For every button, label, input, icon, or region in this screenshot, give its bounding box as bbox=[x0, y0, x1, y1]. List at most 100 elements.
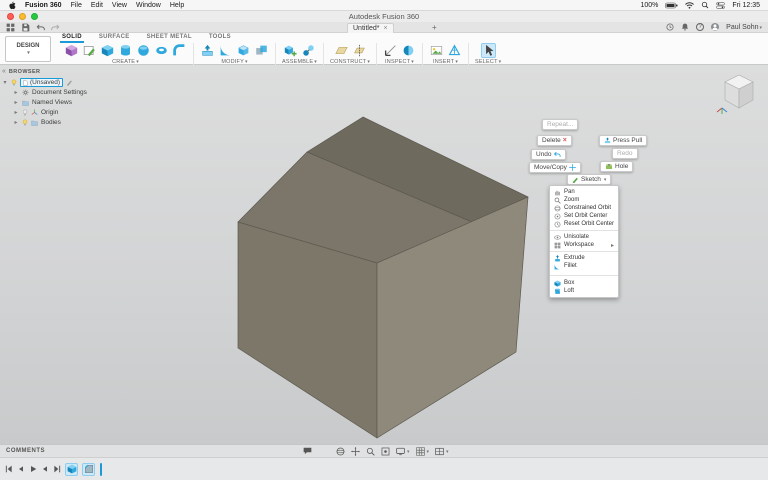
battery-icon[interactable] bbox=[665, 2, 678, 9]
step-forward-button[interactable] bbox=[40, 464, 49, 475]
create-form-icon[interactable] bbox=[64, 43, 79, 58]
menubar-item-edit[interactable]: Edit bbox=[91, 2, 103, 9]
menu-item-unisolate[interactable]: Unisolate bbox=[550, 233, 618, 241]
menu-item-constrained-orbit[interactable]: Constrained Orbit bbox=[550, 204, 618, 212]
timeline-position-marker[interactable] bbox=[100, 463, 102, 476]
spotlight-search-icon[interactable] bbox=[701, 1, 709, 9]
expand-caret-icon[interactable] bbox=[13, 99, 19, 106]
section-analysis-icon[interactable] bbox=[401, 43, 416, 58]
expand-caret-icon[interactable] bbox=[2, 79, 8, 86]
menu-item-pan[interactable]: Pan bbox=[550, 188, 618, 196]
construction-axis-icon[interactable] bbox=[352, 43, 367, 58]
browser-item-origin[interactable]: Origin bbox=[13, 108, 134, 117]
user-name[interactable]: Paul Sohn bbox=[726, 24, 762, 31]
skip-to-start-button[interactable] bbox=[4, 464, 13, 475]
chamfer-feature-icon[interactable] bbox=[82, 463, 95, 476]
window-close-button[interactable] bbox=[7, 13, 14, 20]
group-label-insert[interactable]: INSERT bbox=[433, 59, 458, 65]
group-label-construct[interactable]: CONSTRUCT bbox=[330, 59, 370, 65]
group-label-modify[interactable]: MODIFY bbox=[221, 59, 247, 65]
data-panel-toggle-icon[interactable] bbox=[6, 23, 15, 32]
play-button[interactable] bbox=[28, 464, 37, 475]
pan-icon[interactable] bbox=[351, 447, 360, 456]
move-copy-button[interactable]: Move/Copy bbox=[529, 162, 581, 173]
joint-icon[interactable] bbox=[301, 43, 316, 58]
layout-grid-icon[interactable] bbox=[416, 447, 430, 456]
press-pull-icon[interactable] bbox=[200, 43, 215, 58]
group-label-inspect[interactable]: INSPECT bbox=[385, 59, 414, 65]
browser-collapse-icon[interactable] bbox=[2, 68, 6, 75]
torus-icon[interactable] bbox=[154, 43, 169, 58]
tab-tools[interactable]: TOOLS bbox=[207, 34, 233, 43]
box-icon[interactable] bbox=[100, 43, 115, 58]
redo-icon[interactable] bbox=[51, 23, 60, 32]
menu-item-workspace[interactable]: Workspace ▸ bbox=[550, 241, 618, 249]
menu-item-extrude[interactable]: Extrude bbox=[550, 254, 618, 262]
new-tab-button[interactable]: + bbox=[432, 23, 437, 32]
cylinder-icon[interactable] bbox=[118, 43, 133, 58]
menubar-app-name[interactable]: Fusion 360 bbox=[25, 2, 62, 9]
edit-pencil-icon[interactable] bbox=[66, 80, 72, 86]
menubar-item-file[interactable]: File bbox=[71, 2, 82, 9]
menu-item-reset-orbit-center[interactable]: Reset Orbit Center bbox=[550, 220, 618, 228]
fit-icon[interactable] bbox=[381, 447, 390, 456]
menu-item-set-orbit-center[interactable]: Set Orbit Center bbox=[550, 212, 618, 220]
help-icon[interactable]: ? bbox=[696, 23, 704, 31]
browser-root-item[interactable]: (Unsaved) bbox=[20, 78, 63, 87]
menu-item-loft[interactable]: Loft bbox=[550, 287, 618, 295]
measure-icon[interactable] bbox=[383, 43, 398, 58]
apple-menu-icon[interactable] bbox=[8, 1, 16, 10]
insert-mesh-icon[interactable] bbox=[447, 43, 462, 58]
visibility-bulb-icon[interactable] bbox=[22, 109, 28, 117]
sphere-icon[interactable] bbox=[136, 43, 151, 58]
fillet-icon[interactable] bbox=[218, 43, 233, 58]
wifi-icon[interactable] bbox=[685, 2, 694, 9]
notification-bell-icon[interactable] bbox=[681, 23, 689, 31]
press-pull-button[interactable]: Press Pull bbox=[599, 135, 647, 146]
create-sketch-icon[interactable] bbox=[82, 43, 97, 58]
group-label-select[interactable]: SELECT bbox=[475, 59, 501, 65]
window-zoom-button[interactable] bbox=[31, 13, 38, 20]
menubar-item-window[interactable]: Window bbox=[136, 2, 161, 9]
expand-caret-icon[interactable] bbox=[13, 89, 19, 96]
tab-solid[interactable]: SOLID bbox=[60, 34, 84, 43]
pipe-icon[interactable] bbox=[172, 43, 187, 58]
shell-icon[interactable] bbox=[236, 43, 251, 58]
decal-icon[interactable] bbox=[429, 43, 444, 58]
construction-plane-icon[interactable] bbox=[334, 43, 349, 58]
window-minimize-button[interactable] bbox=[19, 13, 26, 20]
group-label-assemble[interactable]: ASSEMBLE bbox=[282, 59, 317, 65]
visibility-bulb-icon[interactable] bbox=[11, 79, 17, 87]
browser-root-row[interactable]: (Unsaved) bbox=[2, 78, 134, 87]
menubar-clock[interactable]: Fri 12:35 bbox=[732, 2, 760, 9]
box-feature-icon[interactable] bbox=[65, 463, 78, 476]
comment-bubble-icon[interactable] bbox=[303, 447, 312, 455]
menu-item-zoom[interactable]: Zoom bbox=[550, 196, 618, 204]
document-tab[interactable]: Untitled* × bbox=[347, 23, 394, 33]
browser-item-document-settings[interactable]: Document Settings bbox=[13, 88, 134, 97]
workspace-selector[interactable]: DESIGN bbox=[5, 36, 51, 62]
delete-button[interactable]: Delete× bbox=[537, 135, 572, 146]
menubar-item-view[interactable]: View bbox=[112, 2, 127, 9]
expand-caret-icon[interactable] bbox=[13, 109, 19, 116]
undo-button[interactable]: Undo bbox=[531, 149, 566, 160]
hole-button[interactable]: Hole bbox=[600, 161, 633, 172]
menu-item-box[interactable]: Box bbox=[550, 279, 618, 287]
browser-item-named-views[interactable]: Named Views bbox=[13, 98, 134, 107]
user-avatar[interactable] bbox=[711, 23, 719, 31]
expand-caret-icon[interactable] bbox=[13, 119, 19, 126]
tab-sheet-metal[interactable]: SHEET METAL bbox=[145, 34, 194, 43]
view-cube[interactable] bbox=[716, 72, 762, 116]
new-component-icon[interactable] bbox=[283, 43, 298, 58]
save-icon[interactable] bbox=[21, 23, 30, 32]
combine-icon[interactable] bbox=[254, 43, 269, 58]
step-back-button[interactable] bbox=[16, 464, 25, 475]
browser-item-bodies[interactable]: Bodies bbox=[13, 118, 134, 127]
visibility-bulb-icon[interactable] bbox=[22, 119, 28, 127]
skip-to-end-button[interactable] bbox=[52, 464, 61, 475]
job-status-icon[interactable] bbox=[666, 23, 674, 31]
viewports-icon[interactable] bbox=[435, 447, 449, 456]
tab-surface[interactable]: SURFACE bbox=[97, 34, 132, 43]
group-label-create[interactable]: CREATE bbox=[112, 59, 139, 65]
zoom-icon[interactable] bbox=[366, 447, 375, 456]
